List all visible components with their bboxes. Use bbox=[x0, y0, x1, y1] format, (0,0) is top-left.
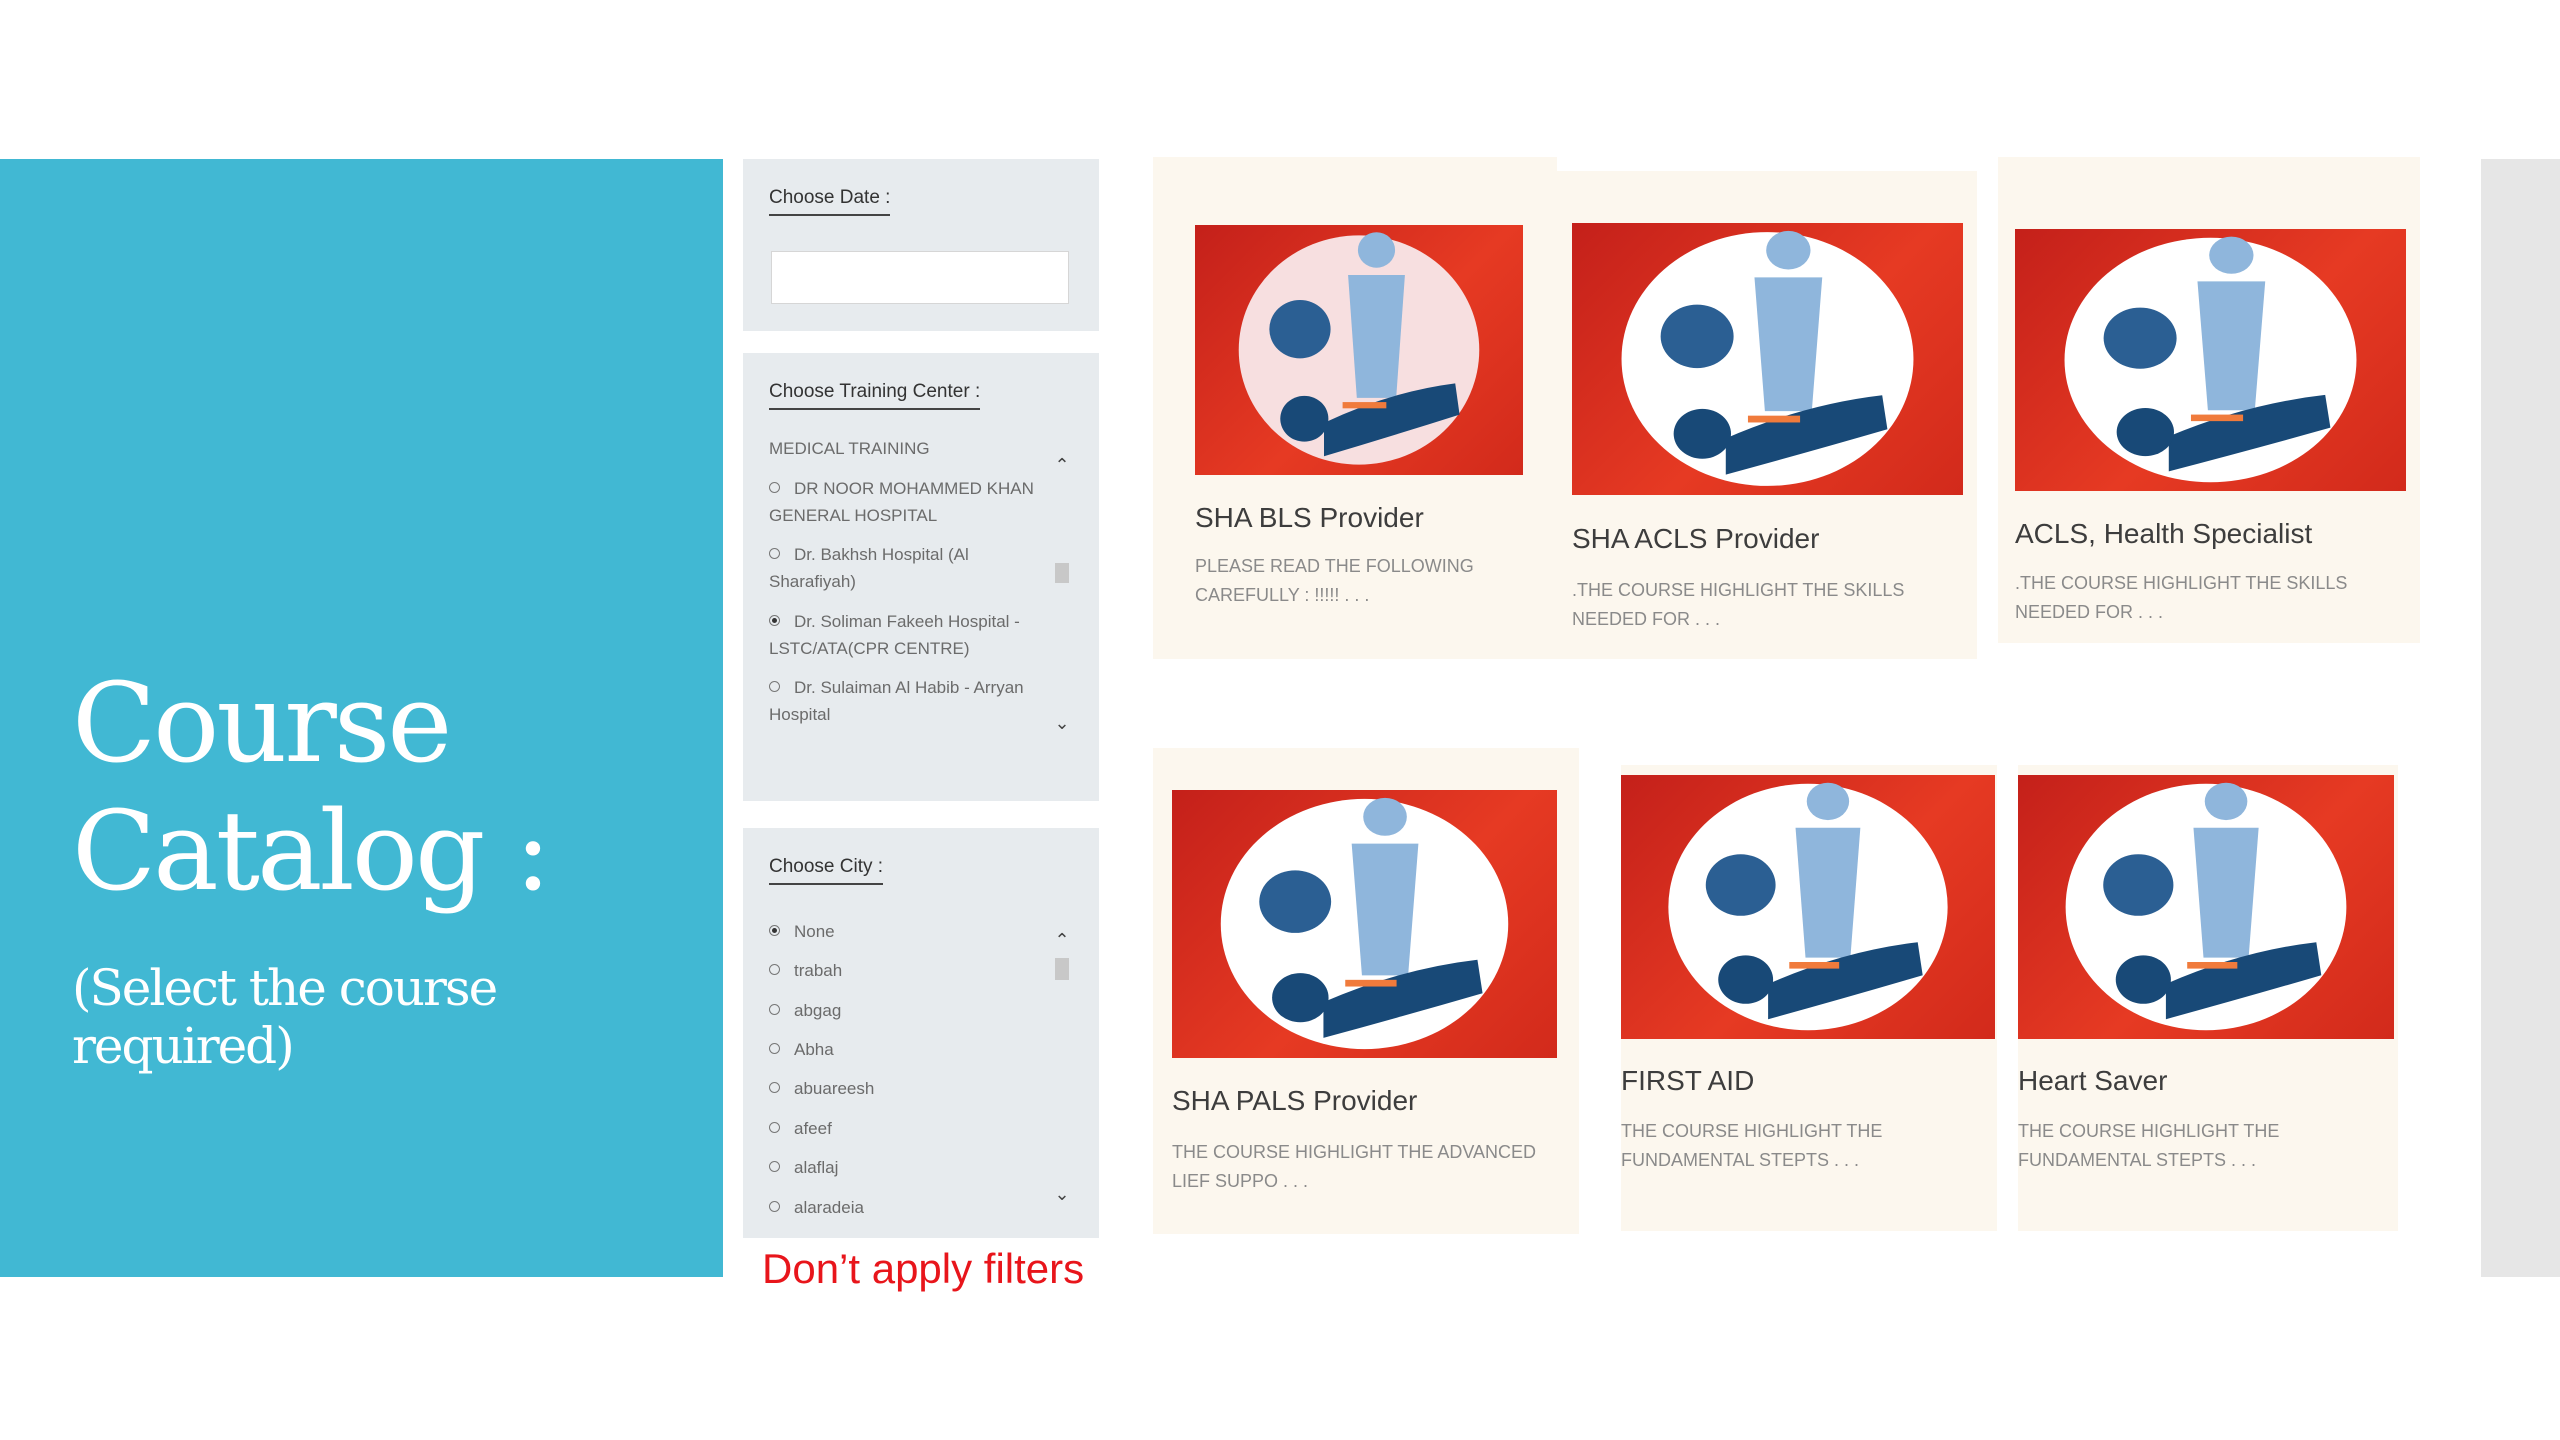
city-option-label: abuareesh bbox=[794, 1079, 875, 1098]
training-center-option-label: Dr. Bakhsh Hospital (Al Sharafiyah) bbox=[769, 545, 969, 591]
course-title[interactable]: SHA PALS Provider bbox=[1172, 1085, 1417, 1117]
training-center-label: Choose Training Center : bbox=[769, 381, 981, 410]
city-option-label: alaflaj bbox=[794, 1158, 839, 1177]
city-option[interactable]: alaflaj bbox=[769, 1154, 1054, 1181]
radio-icon[interactable] bbox=[769, 1122, 780, 1133]
course-title[interactable]: FIRST AID bbox=[1621, 1065, 1754, 1097]
course-card[interactable]: Heart Saver THE COURSE HIGHLIGHT THE FUN… bbox=[2018, 765, 2398, 1231]
city-option[interactable]: afeef bbox=[769, 1115, 1054, 1142]
training-center-option-label: MEDICAL TRAINING bbox=[769, 439, 930, 458]
city-filter: Choose City : None trabah abgag Abha abu… bbox=[743, 828, 1099, 1238]
date-filter-label: Choose Date : bbox=[769, 187, 891, 216]
title-panel: Course Catalog : (Select the course requ… bbox=[0, 159, 723, 1277]
page-title-line1: Course bbox=[72, 659, 452, 787]
radio-icon[interactable] bbox=[769, 964, 780, 975]
annotation-note: Don’t apply filters bbox=[762, 1245, 1085, 1292]
radio-selected-icon[interactable] bbox=[769, 615, 780, 626]
city-option[interactable]: trabah bbox=[769, 957, 1054, 984]
radio-icon[interactable] bbox=[769, 1004, 780, 1015]
radio-selected-icon[interactable] bbox=[769, 925, 780, 936]
training-center-option[interactable]: MEDICAL TRAINING bbox=[769, 435, 1054, 462]
course-description: THE COURSE HIGHLIGHT THE FUNDAMENTAL STE… bbox=[2018, 1121, 2280, 1170]
radio-icon[interactable] bbox=[769, 1201, 780, 1212]
training-center-filter: Choose Training Center : - - - - - - - -… bbox=[743, 353, 1099, 801]
city-option[interactable]: abuareesh bbox=[769, 1075, 1054, 1102]
page-subtitle: (Select the course required) bbox=[72, 959, 498, 1075]
radio-icon[interactable] bbox=[769, 548, 780, 559]
right-strip bbox=[2481, 159, 2560, 1277]
course-title[interactable]: SHA BLS Provider bbox=[1195, 502, 1424, 534]
page-title: Course Catalog : bbox=[72, 659, 551, 915]
training-center-option[interactable]: Dr. Soliman Fakeeh Hospital - LSTC/ATA(C… bbox=[769, 608, 1054, 662]
scrollbar-thumb[interactable] bbox=[1055, 563, 1069, 583]
cpr-icon bbox=[2015, 229, 2406, 491]
training-center-option[interactable]: Dr. Sulaiman Al Habib - Arryan Hospital bbox=[769, 674, 1054, 728]
course-description: PLEASE READ THE FOLLOWING CAREFULLY : !!… bbox=[1195, 556, 1474, 605]
cpr-icon bbox=[1572, 223, 1963, 495]
date-input[interactable] bbox=[771, 251, 1069, 304]
course-card[interactable]: SHA PALS Provider THE COURSE HIGHLIGHT T… bbox=[1153, 748, 1579, 1234]
cpr-icon bbox=[1195, 225, 1523, 475]
radio-icon[interactable] bbox=[769, 1082, 780, 1093]
city-filter-label: Choose City : bbox=[769, 856, 884, 885]
course-description: .THE COURSE HIGHLIGHT THE SKILLS NEEDED … bbox=[2015, 573, 2348, 622]
cpr-icon bbox=[1621, 775, 1995, 1039]
city-option[interactable]: alaradeia bbox=[769, 1194, 1054, 1221]
course-card[interactable]: FIRST AID THE COURSE HIGHLIGHT THE FUNDA… bbox=[1621, 765, 1997, 1231]
training-center-option-label: DR NOOR MOHAMMED KHAN GENERAL HOSPITAL bbox=[769, 479, 1034, 525]
city-option-label: None bbox=[794, 922, 835, 941]
city-option-label: trabah bbox=[794, 961, 843, 980]
page-title-line2: Catalog : bbox=[72, 787, 551, 915]
course-card[interactable]: ACLS, Health Specialist .THE COURSE HIGH… bbox=[1998, 157, 2420, 643]
city-option-label: Abha bbox=[794, 1040, 834, 1059]
city-option-label: abgag bbox=[794, 1001, 842, 1020]
training-center-option-label: Dr. Soliman Fakeeh Hospital - LSTC/ATA(C… bbox=[769, 612, 1020, 658]
training-center-option[interactable]: Dr. Bakhsh Hospital (Al Sharafiyah) bbox=[769, 541, 1054, 595]
course-description: THE COURSE HIGHLIGHT THE ADVANCED LIEF S… bbox=[1172, 1142, 1537, 1191]
scrollbar-thumb[interactable] bbox=[1055, 958, 1069, 980]
city-option[interactable]: None bbox=[769, 918, 1054, 945]
radio-icon[interactable] bbox=[769, 482, 780, 493]
chevron-down-icon[interactable]: ⌄ bbox=[1052, 713, 1072, 734]
training-center-option-label: Dr. Sulaiman Al Habib - Arryan Hospital bbox=[769, 678, 1024, 724]
course-title[interactable]: SHA ACLS Provider bbox=[1572, 523, 1819, 555]
training-center-option[interactable]: DR NOOR MOHAMMED KHAN GENERAL HOSPITAL bbox=[769, 475, 1054, 529]
chevron-down-icon[interactable]: ⌄ bbox=[1052, 1184, 1072, 1205]
radio-icon[interactable] bbox=[769, 681, 780, 692]
radio-icon[interactable] bbox=[769, 1043, 780, 1054]
course-description: .THE COURSE HIGHLIGHT THE SKILLS NEEDED … bbox=[1572, 580, 1905, 629]
city-option[interactable]: Abha bbox=[769, 1036, 1054, 1063]
city-option-label: alaradeia bbox=[794, 1198, 864, 1217]
chevron-up-icon[interactable]: ⌃ bbox=[1052, 930, 1072, 951]
city-option[interactable]: abgag bbox=[769, 997, 1054, 1024]
course-card[interactable]: SHA ACLS Provider .THE COURSE HIGHLIGHT … bbox=[1557, 171, 1977, 659]
course-description: THE COURSE HIGHLIGHT THE FUNDAMENTAL STE… bbox=[1621, 1121, 1883, 1170]
city-option-label: afeef bbox=[794, 1119, 832, 1138]
date-filter: Choose Date : bbox=[743, 159, 1099, 331]
cpr-icon bbox=[1172, 790, 1557, 1058]
course-title[interactable]: ACLS, Health Specialist bbox=[2015, 518, 2312, 550]
course-title[interactable]: Heart Saver bbox=[2018, 1065, 2167, 1097]
radio-icon[interactable] bbox=[769, 1161, 780, 1172]
chevron-up-icon[interactable]: ⌃ bbox=[1052, 455, 1072, 476]
cpr-icon bbox=[2018, 775, 2394, 1039]
course-card[interactable]: SHA BLS Provider PLEASE READ THE FOLLOWI… bbox=[1153, 157, 1557, 659]
